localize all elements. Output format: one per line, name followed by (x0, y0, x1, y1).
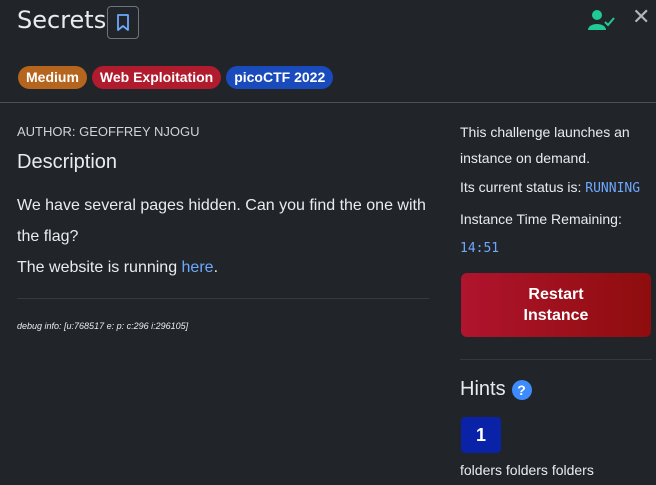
author-label: AUTHOR: GEOFFREY NJOGU (17, 124, 200, 139)
description-line: We have several pages hidden. Can you fi… (17, 197, 426, 245)
close-icon[interactable]: ✕ (632, 7, 650, 29)
description-heading: Description (17, 151, 118, 173)
restart-label-2: Instance (523, 307, 589, 324)
badge-list: Medium Web Exploitation picoCTF 2022 (18, 66, 334, 89)
time-label: Instance Time Remaining: (460, 211, 622, 227)
hint-toggle-button[interactable]: 1 (461, 417, 501, 453)
status-line: Its current status is: RUNNING (460, 179, 640, 196)
page-title: Secrets (17, 6, 107, 34)
user-check-icon[interactable] (588, 9, 616, 35)
status-value: RUNNING (585, 181, 641, 196)
event-badge: picoCTF 2022 (226, 66, 334, 89)
restart-instance-button[interactable]: Restart Instance (461, 273, 651, 337)
launch-text: This challenge launches an (460, 124, 630, 140)
difficulty-badge: Medium (18, 66, 87, 89)
help-icon[interactable]: ? (511, 379, 532, 400)
challenge-header: Secrets ✕ Medium Web Exploitation picoCT… (0, 0, 656, 103)
category-badge: Web Exploitation (91, 66, 222, 89)
status-label: Its current status is: (460, 179, 586, 195)
restart-label-1: Restart (528, 286, 584, 303)
debug-info: debug info: [u:768517 e: p: c:296 i:2961… (17, 321, 189, 331)
description-suffix: . (213, 259, 219, 276)
description-text: We have several pages hidden. Can you fi… (17, 190, 429, 283)
divider (17, 298, 429, 299)
website-link[interactable]: here (182, 259, 214, 276)
description-line-website: The website is running here. (17, 252, 429, 283)
launch-text-2: instance on demand. (460, 150, 590, 166)
divider (460, 359, 652, 360)
description-prefix: The website is running (17, 259, 182, 276)
hints-heading: Hints ? (460, 378, 532, 401)
time-value: 14:51 (460, 241, 500, 256)
bookmark-button[interactable] (107, 6, 139, 39)
hint-text: folders folders folders (460, 462, 594, 478)
bookmark-icon (117, 13, 129, 31)
hints-title: Hints (460, 378, 506, 400)
